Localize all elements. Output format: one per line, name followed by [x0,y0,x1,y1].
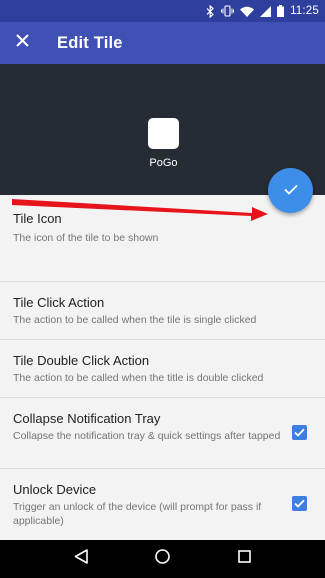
setting-unlock-device[interactable]: Unlock Device Trigger an unlock of the d… [0,469,325,540]
settings-list: Tile Icon The icon of the tile to be sho… [0,195,325,540]
check-icon [294,495,305,513]
setting-title: Collapse Notification Tray [13,411,161,426]
collapse-tray-checkbox[interactable] [292,425,307,440]
recents-icon [237,550,251,568]
setting-tile-double-click-action[interactable]: Tile Double Click Action The action to b… [0,340,325,398]
recents-button[interactable] [224,540,264,578]
signal-icon [260,5,272,17]
back-icon [74,549,88,569]
check-icon [283,182,298,200]
battery-icon [277,5,285,17]
save-fab[interactable] [268,168,313,213]
close-button[interactable] [0,22,44,64]
setting-title: Tile Double Click Action [13,353,150,368]
setting-title: Tile Icon [13,211,62,226]
unlock-device-checkbox[interactable] [292,496,307,511]
back-button[interactable] [61,540,101,578]
setting-title: Unlock Device [13,482,97,497]
system-nav-bar [0,540,325,578]
tile-preview-label: PoGo [149,157,178,169]
setting-tile-click-action[interactable]: Tile Click Action The action to be calle… [0,282,325,340]
setting-collapse-notification-tray[interactable]: Collapse Notification Tray Collapse the … [0,398,325,469]
home-icon [155,549,170,569]
status-time: 11:25 [290,5,319,17]
app-toolbar: Edit Tile [0,22,325,64]
status-bar: 11:25 [0,0,325,22]
wifi-icon [240,6,255,17]
setting-subtitle: Collapse the notification tray & quick s… [13,430,281,442]
setting-title: Tile Click Action [13,295,105,310]
setting-subtitle: Trigger an unlock of the device (will pr… [13,501,262,527]
page-title: Edit Tile [57,33,123,52]
check-icon [294,424,305,442]
setting-subtitle: The action to be called when the title i… [13,372,264,384]
bluetooth-icon [206,4,215,18]
close-icon [15,34,29,52]
setting-subtitle: The icon of the tile to be shown [13,232,159,244]
tile-preview-icon [148,118,179,149]
vibrate-icon [221,5,235,17]
home-button[interactable] [142,540,182,578]
setting-subtitle: The action to be called when the tile is… [13,314,257,326]
